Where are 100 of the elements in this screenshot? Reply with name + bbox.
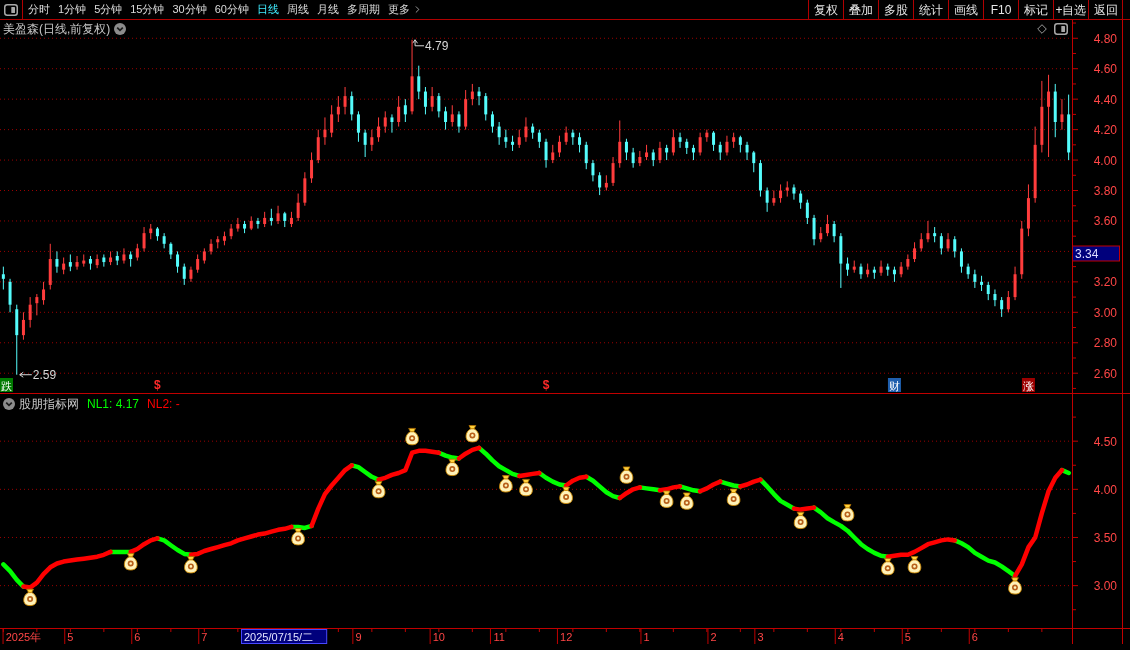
candlestick [825, 214, 829, 237]
toolbar-button[interactable]: 画线 [948, 0, 983, 19]
candlestick [557, 135, 561, 158]
price-axis-label: 2.80 [1093, 336, 1117, 351]
candlestick [725, 135, 729, 156]
candlestick [866, 263, 870, 278]
period-tab[interactable]: 周线 [287, 4, 309, 15]
candlestick [859, 263, 863, 280]
candlestick [611, 156, 615, 187]
candlestick [993, 288, 997, 307]
candlestick [149, 223, 153, 240]
candlestick [578, 132, 582, 153]
date-axis-label: 5 [904, 631, 911, 643]
candlestick [624, 138, 628, 161]
candlestick [383, 110, 387, 134]
candlestick [1000, 296, 1004, 318]
candlestick [792, 183, 796, 201]
panel-toggle-icon [4, 3, 18, 16]
legend-item: NL2: - [147, 398, 180, 410]
legend-item: NL1: 4.17 [87, 398, 140, 410]
min-price-label: 2.59 [32, 368, 57, 383]
candlestick [571, 129, 575, 146]
price-axis-label: 3.20 [1093, 275, 1117, 290]
candlestick [591, 159, 595, 182]
candlestick [243, 220, 247, 234]
toolbar-button[interactable]: 统计 [913, 0, 948, 19]
candlestick [109, 250, 113, 266]
panel-toggle-icon [1054, 23, 1068, 35]
candlestick [745, 141, 749, 161]
candlestick [531, 123, 535, 140]
date-axis-label: 12 [560, 631, 573, 643]
toolbar-button[interactable]: 多股 [878, 0, 913, 19]
candlestick [457, 110, 461, 134]
price-axis-label: 4.00 [1093, 153, 1117, 168]
toolbar-button[interactable]: 标记 [1018, 0, 1053, 19]
chevron-down-icon[interactable] [3, 398, 15, 410]
toolbar-button[interactable]: 叠加 [843, 0, 878, 19]
candlestick [343, 86, 347, 115]
candlestick [377, 116, 381, 143]
candlestick [986, 281, 990, 301]
signal-mark: $ [154, 378, 161, 392]
candlestick [919, 232, 923, 252]
candlestick [1006, 290, 1010, 313]
signal-mark: $ [542, 378, 550, 392]
candlestick [705, 129, 709, 143]
diamond-icon[interactable] [1037, 24, 1047, 34]
candlestick [839, 232, 843, 289]
candlestick [350, 91, 354, 121]
candlestick [323, 116, 327, 146]
candlestick [88, 255, 92, 271]
candlestick [631, 147, 635, 169]
candlestick [48, 243, 52, 290]
candlestick [564, 126, 568, 146]
candlestick [1020, 220, 1024, 280]
point [726, 492, 741, 506]
candlestick [651, 148, 655, 167]
candlestick [671, 129, 675, 156]
cursor-price-label: 3.34 [1072, 245, 1120, 262]
candlestick [933, 226, 937, 243]
toolbar-button[interactable]: 复权 [808, 0, 843, 19]
period-tab[interactable]: 30分钟 [172, 4, 207, 15]
period-tab[interactable]: 60分钟 [214, 4, 249, 15]
candlestick [872, 266, 876, 280]
candlestick [209, 238, 213, 255]
candlestick [665, 144, 669, 161]
candlestick [953, 235, 957, 258]
price-axis-label: 4.20 [1093, 123, 1117, 138]
candlestick [75, 255, 79, 271]
candlestick [846, 257, 850, 277]
candlestick [812, 214, 816, 246]
period-tab[interactable]: 日线 [257, 4, 279, 15]
price-axis-label: 3.00 [1093, 305, 1117, 320]
candlestick [289, 211, 293, 228]
candlestick [303, 171, 307, 207]
price-axis-label: 3.60 [1093, 214, 1117, 229]
period-tab[interactable]: 分时 [28, 4, 50, 15]
candlestick [658, 141, 662, 164]
indicator-axis-label: 4.00 [1093, 482, 1117, 497]
candlestick [216, 235, 220, 249]
candlestick [470, 83, 474, 106]
toolbar-button[interactable]: F10 [983, 0, 1018, 19]
candlestick [8, 278, 12, 313]
candlestick [122, 247, 126, 265]
candlestick [879, 260, 883, 277]
period-tab[interactable]: 月线 [317, 4, 339, 15]
toolbar-button[interactable]: 返回 [1088, 0, 1123, 19]
candlestick [1013, 266, 1017, 301]
chevron-down-icon[interactable] [114, 23, 127, 35]
candlestick [296, 193, 300, 222]
period-tab[interactable]: 15分钟 [130, 4, 165, 15]
period-tab[interactable]: 5分钟 [94, 4, 123, 15]
candlestick [55, 250, 59, 274]
price-axis-label: 3.80 [1093, 184, 1117, 198]
toolbar-button[interactable]: +自选 [1053, 0, 1088, 19]
date-axis-label: 6 [134, 631, 141, 643]
period-tab[interactable]: 1分钟 [58, 4, 87, 15]
more-button[interactable]: 更多 [388, 4, 423, 15]
period-tab[interactable]: 多周期 [347, 4, 380, 15]
signal-badge: 跌 [0, 378, 13, 392]
candlestick [718, 141, 722, 161]
